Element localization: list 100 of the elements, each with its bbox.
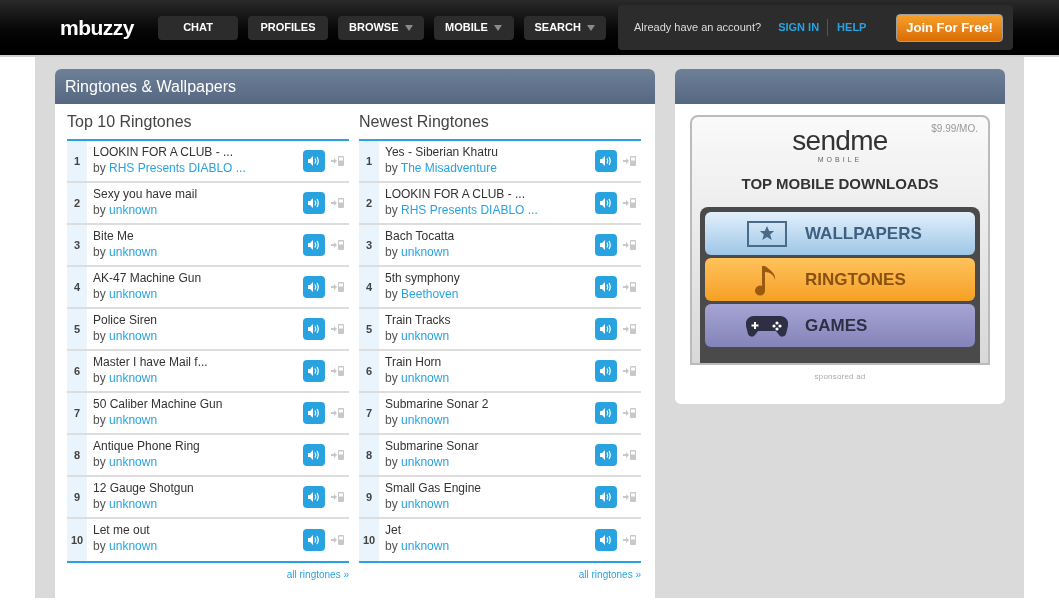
artist-link[interactable]: unknown <box>109 245 158 259</box>
by-label: by <box>93 455 106 469</box>
artist-link[interactable]: unknown <box>401 497 450 511</box>
play-button[interactable] <box>595 486 617 508</box>
play-button[interactable] <box>303 150 325 172</box>
send-to-phone-icon[interactable] <box>331 407 345 419</box>
send-to-phone-icon[interactable] <box>331 281 345 293</box>
play-button[interactable] <box>303 402 325 424</box>
play-button[interactable] <box>595 318 617 340</box>
send-to-phone-icon[interactable] <box>623 491 637 503</box>
nav-button[interactable]: MOBILE <box>433 15 514 40</box>
artist-link[interactable]: unknown <box>109 497 158 511</box>
ringtone-title[interactable]: Yes - Siberian Khatru <box>385 144 595 160</box>
artist-link[interactable]: RHS Presents DIABLO ... <box>109 161 246 175</box>
play-button[interactable] <box>303 192 325 214</box>
artist-link[interactable]: unknown <box>109 539 158 553</box>
ringtone-title[interactable]: Jet <box>385 522 595 538</box>
by-label: by <box>93 287 106 301</box>
ringtone-title[interactable]: LOOKIN FOR A CLUB - ... <box>385 186 595 202</box>
send-to-phone-icon[interactable] <box>331 239 345 251</box>
ringtone-title[interactable]: Antique Phone Ring <box>93 438 303 454</box>
send-to-phone-icon[interactable] <box>623 365 637 377</box>
artist-link[interactable]: unknown <box>109 413 158 427</box>
all-ringtones-link[interactable]: all ringtones » <box>286 567 349 582</box>
artist-link[interactable]: unknown <box>401 539 450 553</box>
speaker-icon <box>307 239 321 251</box>
download-category-button[interactable]: RINGTONES <box>705 258 975 301</box>
send-to-phone-icon[interactable] <box>331 449 345 461</box>
ringtone-title[interactable]: Train Horn <box>385 354 595 370</box>
play-button[interactable] <box>595 529 617 551</box>
ringtone-title[interactable]: Train Tracks <box>385 312 595 328</box>
artist-link[interactable]: unknown <box>109 287 158 301</box>
artist-link[interactable]: unknown <box>401 413 450 427</box>
play-button[interactable] <box>595 276 617 298</box>
send-to-phone-icon[interactable] <box>623 155 637 167</box>
help-link[interactable]: HELP <box>837 19 867 36</box>
play-button[interactable] <box>303 444 325 466</box>
artist-link[interactable]: unknown <box>401 245 450 259</box>
sign-in-link[interactable]: SIGN IN <box>778 19 829 36</box>
all-ringtones-link[interactable]: all ringtones » <box>578 567 641 582</box>
nav-button[interactable]: BROWSE <box>338 15 424 40</box>
send-to-phone-icon[interactable] <box>623 323 637 335</box>
download-category-button[interactable]: GAMES <box>705 304 975 347</box>
ringtone-title[interactable]: Master I have Mail f... <box>93 354 303 370</box>
ringtone-title[interactable]: Bite Me <box>93 228 303 244</box>
play-button[interactable] <box>303 360 325 382</box>
artist-link[interactable]: unknown <box>401 455 450 469</box>
send-to-phone-icon[interactable] <box>331 534 345 546</box>
ringtone-title[interactable]: Bach Tocatta <box>385 228 595 244</box>
ringtone-title[interactable]: Police Siren <box>93 312 303 328</box>
play-button[interactable] <box>303 234 325 256</box>
ringtone-title[interactable]: Submarine Sonar <box>385 438 595 454</box>
send-to-phone-icon[interactable] <box>331 197 345 209</box>
play-button[interactable] <box>595 150 617 172</box>
artist-link[interactable]: unknown <box>401 371 450 385</box>
artist-link[interactable]: unknown <box>109 203 158 217</box>
by-label: by <box>93 329 106 343</box>
send-to-phone-icon[interactable] <box>623 407 637 419</box>
play-button[interactable] <box>595 444 617 466</box>
rank-number: 10 <box>359 519 379 561</box>
artist-link[interactable]: RHS Presents DIABLO ... <box>401 203 538 217</box>
send-to-phone-icon[interactable] <box>623 534 637 546</box>
play-button[interactable] <box>303 529 325 551</box>
send-to-phone-icon[interactable] <box>331 365 345 377</box>
play-button[interactable] <box>595 192 617 214</box>
download-category-button[interactable]: WALLPAPERS <box>705 212 975 255</box>
ringtone-title[interactable]: Let me out <box>93 522 303 538</box>
ringtone-title[interactable]: Submarine Sonar 2 <box>385 396 595 412</box>
ringtone-title[interactable]: Small Gas Engine <box>385 480 595 496</box>
site-logo[interactable]: mbuzzy <box>60 11 158 44</box>
play-button[interactable] <box>303 318 325 340</box>
play-button[interactable] <box>303 276 325 298</box>
ringtone-title[interactable]: AK-47 Machine Gun <box>93 270 303 286</box>
artist-link[interactable]: Beethoven <box>401 287 459 301</box>
send-to-phone-icon[interactable] <box>623 197 637 209</box>
speaker-icon <box>599 239 613 251</box>
play-button[interactable] <box>595 234 617 256</box>
artist-link[interactable]: unknown <box>109 371 158 385</box>
ringtone-title[interactable]: 12 Gauge Shotgun <box>93 480 303 496</box>
send-to-phone-icon[interactable] <box>623 449 637 461</box>
ringtone-title[interactable]: 50 Caliber Machine Gun <box>93 396 303 412</box>
play-button[interactable] <box>303 486 325 508</box>
nav-button[interactable]: PROFILES <box>248 15 328 40</box>
send-to-phone-icon[interactable] <box>331 491 345 503</box>
artist-link[interactable]: unknown <box>401 329 450 343</box>
nav-button[interactable]: SEARCH <box>523 15 606 40</box>
play-button[interactable] <box>595 402 617 424</box>
artist-link[interactable]: unknown <box>109 455 158 469</box>
send-to-phone-icon[interactable] <box>623 239 637 251</box>
nav-button[interactable]: CHAT <box>158 15 238 40</box>
ringtone-title[interactable]: Sexy you have mail <box>93 186 303 202</box>
send-to-phone-icon[interactable] <box>623 281 637 293</box>
play-button[interactable] <box>595 360 617 382</box>
send-to-phone-icon[interactable] <box>331 323 345 335</box>
ringtone-title[interactable]: LOOKIN FOR A CLUB - ... <box>93 144 303 160</box>
artist-link[interactable]: unknown <box>109 329 158 343</box>
join-button[interactable]: Join For Free! <box>896 13 1003 42</box>
ringtone-title[interactable]: 5th symphony <box>385 270 595 286</box>
artist-link[interactable]: The Misadventure <box>400 161 497 175</box>
send-to-phone-icon[interactable] <box>331 155 345 167</box>
